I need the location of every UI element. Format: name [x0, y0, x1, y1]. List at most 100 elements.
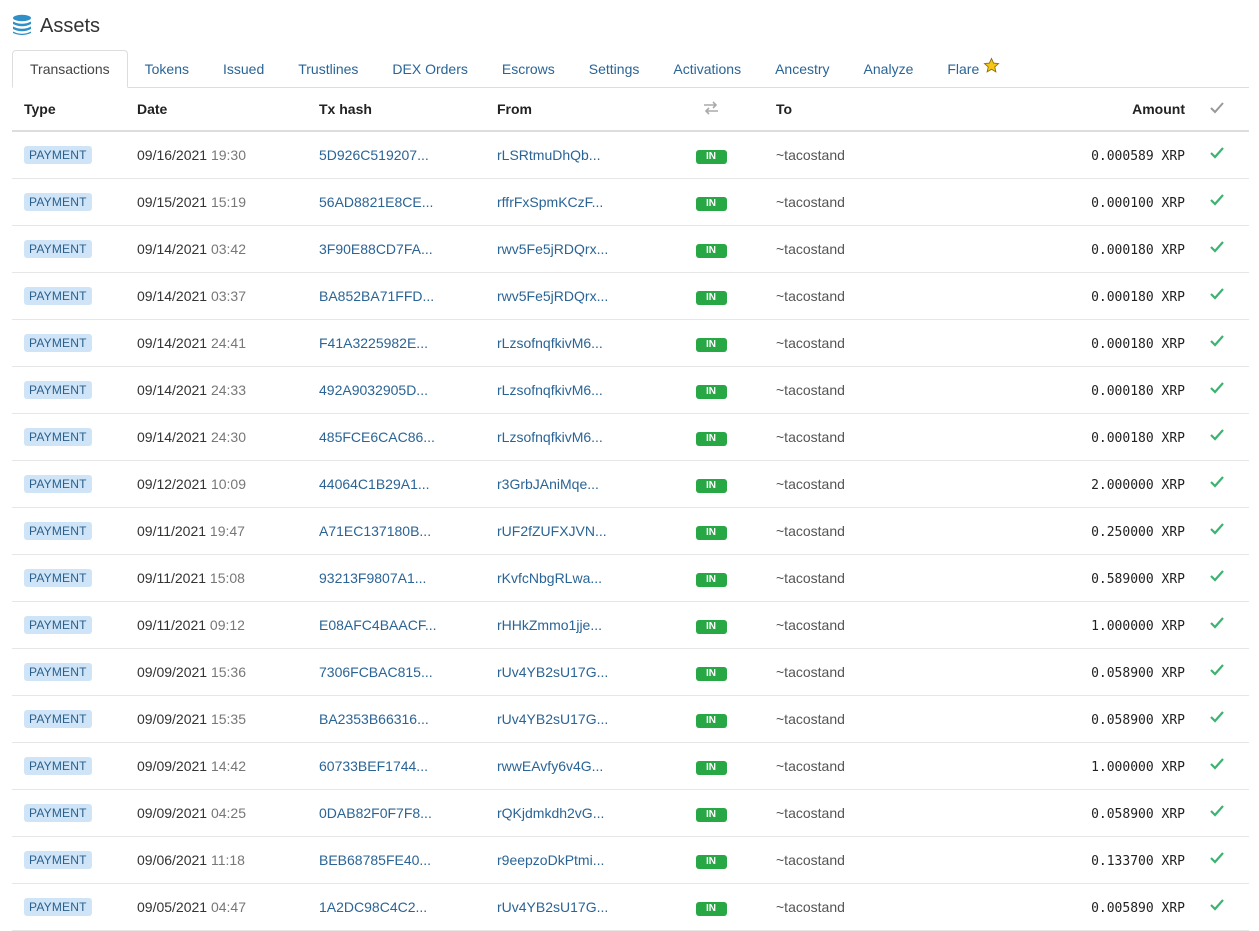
tab-dex-orders[interactable]: DEX Orders: [375, 51, 484, 87]
date-value: 09/06/2021: [137, 852, 208, 868]
to-value: ~tacostand: [776, 758, 845, 774]
amount-value: 2.000000 XRP: [1091, 477, 1185, 493]
tab-label: Issued: [222, 61, 265, 77]
date-value: 09/09/2021: [137, 805, 208, 821]
tx-hash-link[interactable]: 7306FCBAC815...: [319, 664, 433, 680]
tab-ancestry[interactable]: Ancestry: [758, 51, 846, 87]
type-badge: PAYMENT: [24, 381, 92, 399]
direction-badge: IN: [695, 667, 727, 681]
from-address-link[interactable]: rwwEAvfy6v4G...: [497, 758, 603, 774]
type-cell: PAYMENT: [12, 178, 137, 226]
hash-cell: 60733BEF1744...: [319, 742, 497, 790]
table-row: PAYMENT 09/05/2021 04:47 1A2DC98C4C2... rUv…: [12, 883, 1249, 931]
time-value: 10:09: [210, 476, 247, 492]
table-row: PAYMENT 09/09/2021 04:25 0DAB82F0F7F8... rQ…: [12, 789, 1249, 837]
table-header-row: Type Date Tx hash From To Amount: [12, 88, 1249, 132]
date-value: 09/09/2021: [137, 711, 208, 727]
amount-value: 0.000180 XRP: [1091, 430, 1185, 446]
tx-hash-link[interactable]: 0DAB82F0F7F8...: [319, 805, 432, 821]
from-address-link[interactable]: rffrFxSpmKCzF...: [497, 194, 603, 210]
tx-hash-link[interactable]: BA852BA71FFD...: [319, 288, 434, 304]
status-cell: [1185, 319, 1249, 367]
tab-tokens[interactable]: Tokens: [128, 51, 206, 87]
date-cell: 09/11/2021 19:47: [137, 507, 319, 555]
tab-flare[interactable]: Flare: [930, 51, 1017, 87]
check-icon: [1210, 381, 1224, 398]
tx-hash-link[interactable]: 93213F9807A1...: [319, 570, 426, 586]
tx-hash-link[interactable]: 5D926C519207...: [319, 147, 429, 163]
status-cell: [1185, 883, 1249, 931]
type-cell: PAYMENT: [12, 413, 137, 461]
amount-cell: 2.000000 XRP: [880, 460, 1185, 508]
tx-hash-link[interactable]: 1A2DC98C4C2...: [319, 899, 427, 915]
amount-cell: 0.000180 XRP: [880, 413, 1185, 461]
from-address-link[interactable]: rUv4YB2sU17G...: [497, 711, 608, 727]
tx-hash-link[interactable]: 3F90E88CD7FA...: [319, 241, 433, 257]
status-cell: [1185, 225, 1249, 273]
hash-cell: 3F90E88CD7FA...: [319, 225, 497, 273]
tx-hash-link[interactable]: A71EC137180B...: [319, 523, 431, 539]
tx-hash-link[interactable]: 44064C1B29A1...: [319, 476, 430, 492]
amount-value: 0.005890 XRP: [1091, 900, 1185, 916]
tab-bar: Transactions Tokens Issued Trustlines DE…: [12, 50, 1249, 88]
to-cell: ~tacostand: [750, 225, 880, 273]
from-address-link[interactable]: rUv4YB2sU17G...: [497, 664, 608, 680]
check-icon: [1210, 240, 1224, 257]
from-address-link[interactable]: rUF2fZUFXJVN...: [497, 523, 607, 539]
tx-hash-link[interactable]: 492A9032905D...: [319, 382, 428, 398]
table-row: PAYMENT 09/14/2021 03:37 BA852BA71FFD... rw…: [12, 272, 1249, 320]
col-header-status: [1185, 88, 1249, 132]
tab-analyze[interactable]: Analyze: [847, 51, 931, 87]
direction-cell: IN: [672, 507, 750, 555]
direction-cell: IN: [672, 836, 750, 884]
from-address-link[interactable]: r3GrbJAniMqe...: [497, 476, 599, 492]
from-address-link[interactable]: rLzsofnqfkivM6...: [497, 382, 603, 398]
tab-activations[interactable]: Activations: [656, 51, 758, 87]
hash-cell: 56AD8821E8CE...: [319, 178, 497, 226]
tx-hash-link[interactable]: 60733BEF1744...: [319, 758, 428, 774]
tab-label: Tokens: [144, 61, 189, 77]
tx-hash-link[interactable]: BA2353B66316...: [319, 711, 429, 727]
to-value: ~tacostand: [776, 335, 845, 351]
amount-cell: 1.000000 XRP: [880, 601, 1185, 649]
status-cell: [1185, 601, 1249, 649]
from-address-link[interactable]: rLzsofnqfkivM6...: [497, 429, 603, 445]
from-address-link[interactable]: rLSRtmuDhQb...: [497, 147, 600, 163]
tx-hash-link[interactable]: F41A3225982E...: [319, 335, 428, 351]
from-address-link[interactable]: rwv5Fe5jRDQrx...: [497, 288, 608, 304]
direction-badge: IN: [695, 479, 727, 493]
date-value: 09/11/2021: [137, 523, 207, 539]
from-address-link[interactable]: rwv5Fe5jRDQrx...: [497, 241, 608, 257]
from-address-link[interactable]: rLzsofnqfkivM6...: [497, 335, 603, 351]
tx-hash-link[interactable]: E08AFC4BAACF...: [319, 617, 437, 633]
from-address-link[interactable]: rQKjdmkdh2vG...: [497, 805, 604, 821]
to-value: ~tacostand: [776, 523, 845, 539]
check-icon: [1210, 569, 1224, 586]
hash-cell: 1A2DC98C4C2...: [319, 883, 497, 931]
table-row: PAYMENT 09/09/2021 15:36 7306FCBAC815... rU…: [12, 648, 1249, 696]
tab-settings[interactable]: Settings: [572, 51, 657, 87]
tab-transactions[interactable]: Transactions: [12, 50, 128, 88]
date-value: 09/11/2021: [137, 570, 207, 586]
to-cell: ~tacostand: [750, 178, 880, 226]
tx-hash-link[interactable]: 485FCE6CAC86...: [319, 429, 435, 445]
tab-trustlines[interactable]: Trustlines: [281, 51, 375, 87]
from-address-link[interactable]: rHHkZmmo1jje...: [497, 617, 602, 633]
tab-label: Trustlines: [298, 61, 359, 77]
amount-cell: 0.058900 XRP: [880, 648, 1185, 696]
tab-issued[interactable]: Issued: [206, 51, 281, 87]
type-cell: PAYMENT: [12, 319, 137, 367]
from-address-link[interactable]: rUv4YB2sU17G...: [497, 899, 608, 915]
from-cell: rUF2fZUFXJVN...: [497, 507, 672, 555]
amount-cell: 0.058900 XRP: [880, 695, 1185, 743]
from-address-link[interactable]: r9eepzoDkPtmi...: [497, 852, 604, 868]
date-value: 09/14/2021: [137, 335, 208, 351]
to-cell: ~tacostand: [750, 648, 880, 696]
from-address-link[interactable]: rKvfcNbgRLwa...: [497, 570, 602, 586]
direction-badge: IN: [695, 808, 727, 822]
from-cell: rHHkZmmo1jje...: [497, 601, 672, 649]
tab-escrows[interactable]: Escrows: [485, 51, 572, 87]
tx-hash-link[interactable]: 56AD8821E8CE...: [319, 194, 433, 210]
tx-hash-link[interactable]: BEB68785FE40...: [319, 852, 431, 868]
time-value: 03:42: [210, 241, 247, 257]
